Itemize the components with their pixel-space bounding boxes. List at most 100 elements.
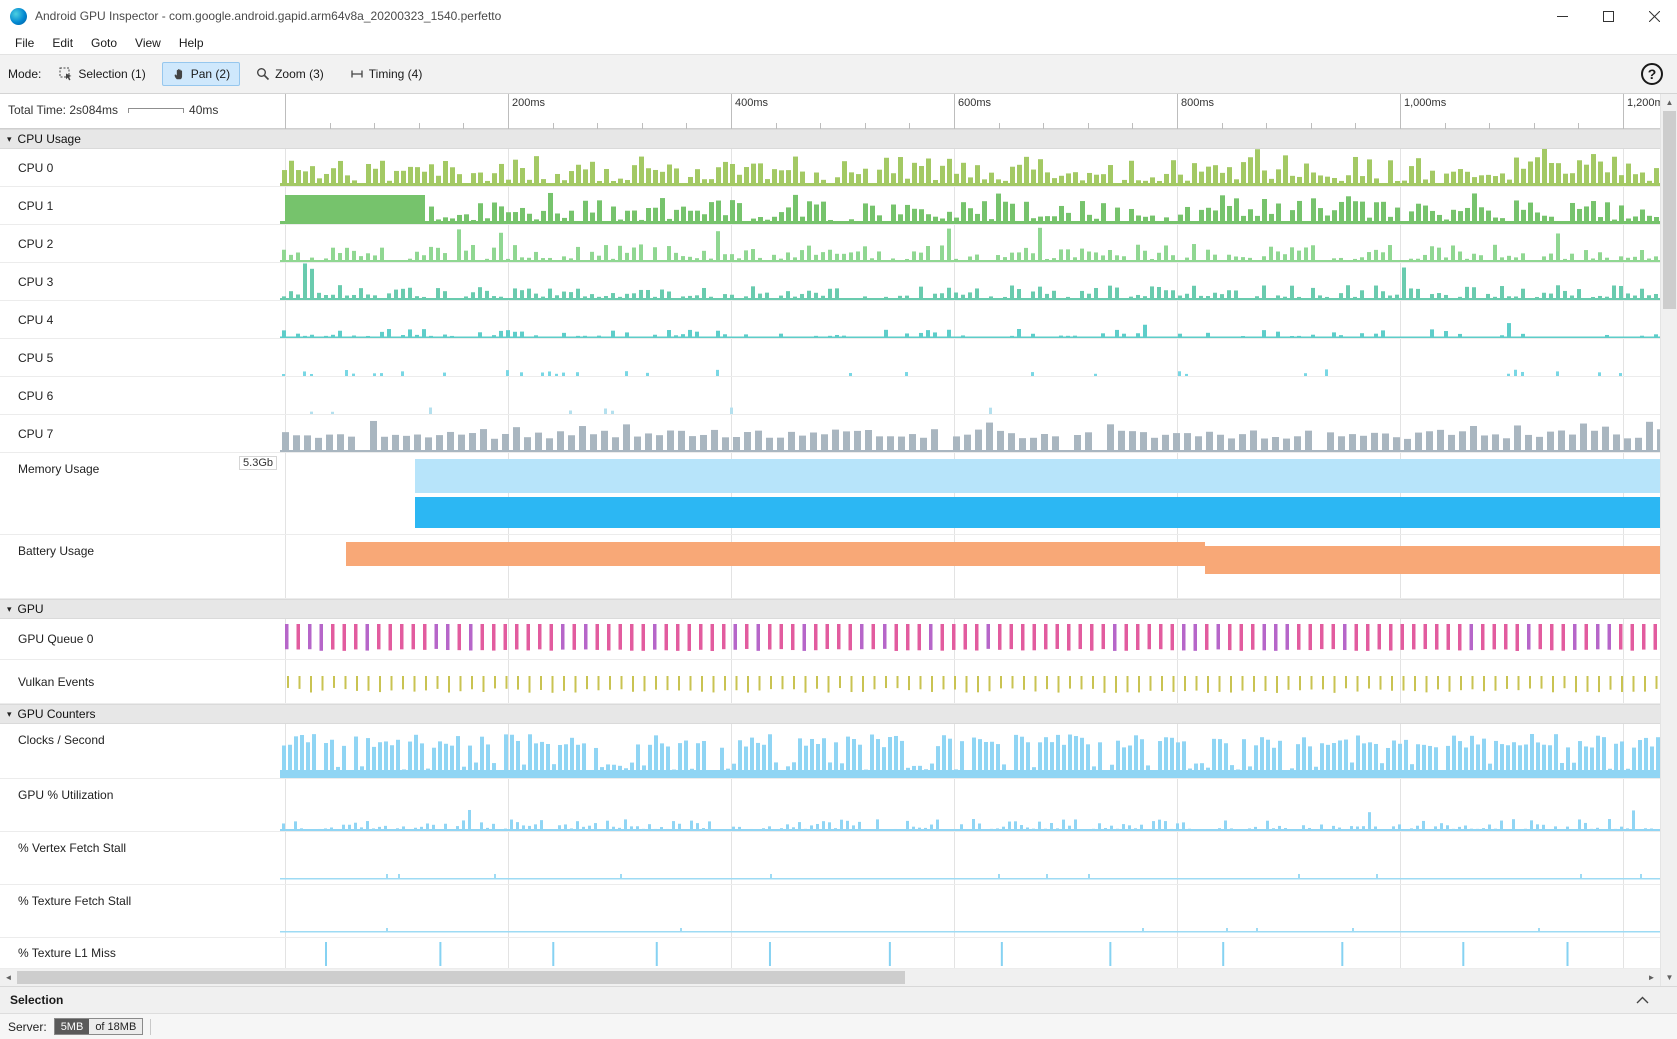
time-ruler: Total Time: 2s084ms 40ms 200ms400ms600ms… bbox=[0, 94, 1660, 129]
track-row-cpu-3: CPU 3 bbox=[0, 263, 1660, 301]
track-label-cpu-2: CPU 2 bbox=[0, 225, 280, 262]
major-gridline bbox=[508, 94, 509, 129]
time-axis[interactable]: 200ms400ms600ms800ms1,000ms1,200ms bbox=[280, 94, 1660, 129]
horizontal-scrollbar[interactable]: ◄ ► bbox=[0, 969, 1660, 986]
track-label-cpu-7: CPU 7 bbox=[0, 415, 280, 452]
app-icon bbox=[10, 8, 27, 25]
vertical-scroll-thumb[interactable] bbox=[1663, 111, 1676, 309]
chevron-up-icon[interactable] bbox=[1636, 996, 1649, 1004]
mode-button-selection-1[interactable]: Selection (1) bbox=[49, 62, 155, 86]
scroll-down-icon[interactable]: ▼ bbox=[1661, 969, 1677, 986]
track-canvas-vulkan-events[interactable] bbox=[280, 660, 1660, 703]
major-gridline bbox=[1177, 94, 1178, 129]
mode-button-zoom-3[interactable]: Zoom (3) bbox=[246, 62, 334, 86]
track-canvas-cpu-5[interactable] bbox=[280, 339, 1660, 376]
menu-goto[interactable]: Goto bbox=[82, 34, 126, 52]
menu-edit[interactable]: Edit bbox=[43, 34, 82, 52]
scroll-up-icon[interactable]: ▲ bbox=[1661, 94, 1677, 111]
progress-done-segment: 5MB bbox=[55, 1019, 90, 1034]
menu-help[interactable]: Help bbox=[170, 34, 213, 52]
close-button[interactable] bbox=[1631, 0, 1677, 32]
pan-icon bbox=[172, 67, 186, 81]
ruler-summary: Total Time: 2s084ms 40ms bbox=[8, 103, 218, 117]
server-progress-bar: 5MB of 18MB bbox=[54, 1018, 144, 1035]
track-label-memory-usage: Memory Usage5.3Gb bbox=[0, 453, 280, 534]
track-row-battery-usage: Battery Usage bbox=[0, 535, 1660, 599]
window-title: Android GPU Inspector - com.google.andro… bbox=[35, 9, 501, 23]
track-label-cpu-0: CPU 0 bbox=[0, 149, 280, 186]
track-canvas-cpu-1[interactable] bbox=[280, 187, 1660, 224]
vertical-scrollbar[interactable]: ▲ ▼ bbox=[1660, 94, 1677, 986]
track-row-cpu-5: CPU 5 bbox=[0, 339, 1660, 377]
minimize-button[interactable] bbox=[1539, 0, 1585, 32]
collapse-arrow-icon: ▾ bbox=[7, 604, 12, 615]
section-header-cpu-usage[interactable]: ▾CPU Usage bbox=[0, 129, 1660, 149]
track-canvas-gpu-queue-0[interactable] bbox=[280, 619, 1660, 659]
time-tick-label: 800ms bbox=[1181, 97, 1214, 109]
track-label-cpu-3: CPU 3 bbox=[0, 263, 280, 300]
mode-button-label: Pan (2) bbox=[191, 67, 230, 81]
major-gridline bbox=[1623, 94, 1624, 129]
menu-view[interactable]: View bbox=[126, 34, 170, 52]
status-separator bbox=[150, 1019, 151, 1035]
section-header-gpu-counters[interactable]: ▾GPU Counters bbox=[0, 704, 1660, 724]
track-label-vulkan-events: Vulkan Events bbox=[0, 660, 280, 703]
track-row-texture-fetch-stall: % Texture Fetch Stall bbox=[0, 885, 1660, 938]
selection-panel-title: Selection bbox=[10, 993, 63, 1007]
menu-file[interactable]: File bbox=[6, 34, 43, 52]
mode-button-label: Selection (1) bbox=[78, 67, 145, 81]
track-row-vertex-fetch-stall: % Vertex Fetch Stall bbox=[0, 832, 1660, 885]
track-canvas-texture-fetch-stall[interactable] bbox=[280, 885, 1660, 937]
section-header-gpu[interactable]: ▾GPU bbox=[0, 599, 1660, 619]
track-canvas-vertex-fetch-stall[interactable] bbox=[280, 832, 1660, 884]
track-canvas-cpu-6[interactable] bbox=[280, 377, 1660, 414]
scroll-left-icon[interactable]: ◄ bbox=[0, 969, 17, 986]
track-canvas-cpu-0[interactable] bbox=[280, 149, 1660, 186]
memory-max-value-label: 5.3Gb bbox=[239, 456, 277, 470]
major-gridline bbox=[1400, 94, 1401, 129]
toolbar: Mode: Selection (1)Pan (2)Zoom (3)Timing… bbox=[0, 54, 1677, 94]
track-label-texture-fetch-stall: % Texture Fetch Stall bbox=[0, 885, 280, 937]
section-label: GPU Counters bbox=[18, 707, 96, 721]
track-row-cpu-0: CPU 0 bbox=[0, 149, 1660, 187]
menubar: FileEditGotoViewHelp bbox=[0, 32, 1677, 54]
mode-button-pan-2[interactable]: Pan (2) bbox=[162, 62, 240, 86]
track-canvas-clocks-second[interactable] bbox=[280, 724, 1660, 778]
track-canvas-memory-usage[interactable] bbox=[280, 453, 1660, 534]
track-row-gpu-utilization: GPU % Utilization bbox=[0, 779, 1660, 832]
track-canvas-cpu-2[interactable] bbox=[280, 225, 1660, 262]
track-canvas-battery-usage[interactable] bbox=[280, 535, 1660, 598]
track-label-vertex-fetch-stall: % Vertex Fetch Stall bbox=[0, 832, 280, 884]
selection-panel-header[interactable]: Selection bbox=[0, 986, 1677, 1013]
scale-bracket-icon bbox=[128, 108, 184, 113]
help-button[interactable]: ? bbox=[1641, 63, 1663, 85]
track-row-memory-usage: Memory Usage5.3Gb bbox=[0, 453, 1660, 535]
scroll-right-icon[interactable]: ► bbox=[1643, 969, 1660, 986]
mode-buttons: Selection (1) Pan (2) Zoom (3) Timing (4) bbox=[49, 62, 432, 86]
maximize-button[interactable] bbox=[1585, 0, 1631, 32]
major-gridline bbox=[954, 94, 955, 129]
app-window: Android GPU Inspector - com.google.andro… bbox=[0, 0, 1677, 1039]
server-label: Server: bbox=[8, 1020, 47, 1034]
track-row-cpu-2: CPU 2 bbox=[0, 225, 1660, 263]
track-canvas-cpu-7[interactable] bbox=[280, 415, 1660, 452]
mode-button-timing-4[interactable]: Timing (4) bbox=[340, 62, 433, 86]
time-tick-label: 600ms bbox=[958, 97, 991, 109]
titlebar: Android GPU Inspector - com.google.andro… bbox=[0, 0, 1677, 32]
horizontal-scroll-thumb[interactable] bbox=[17, 971, 905, 984]
section-label: CPU Usage bbox=[18, 132, 81, 146]
selection-icon bbox=[59, 67, 73, 81]
track-canvas-cpu-3[interactable] bbox=[280, 263, 1660, 300]
mode-button-label: Timing (4) bbox=[369, 67, 423, 81]
track-canvas-texture-l1-miss[interactable] bbox=[280, 938, 1660, 968]
track-label-cpu-5: CPU 5 bbox=[0, 339, 280, 376]
track-label-cpu-1: CPU 1 bbox=[0, 187, 280, 224]
track-row-vulkan-events: Vulkan Events bbox=[0, 660, 1660, 704]
time-tick-label: 1,200ms bbox=[1627, 97, 1660, 109]
track-canvas-gpu-utilization[interactable] bbox=[280, 779, 1660, 831]
track-canvas-cpu-4[interactable] bbox=[280, 301, 1660, 338]
track-row-cpu-1: CPU 1 bbox=[0, 187, 1660, 225]
track-row-cpu-7: CPU 7 bbox=[0, 415, 1660, 453]
track-label-gpu-utilization: GPU % Utilization bbox=[0, 779, 280, 831]
track-row-texture-l1-miss: % Texture L1 Miss bbox=[0, 938, 1660, 969]
